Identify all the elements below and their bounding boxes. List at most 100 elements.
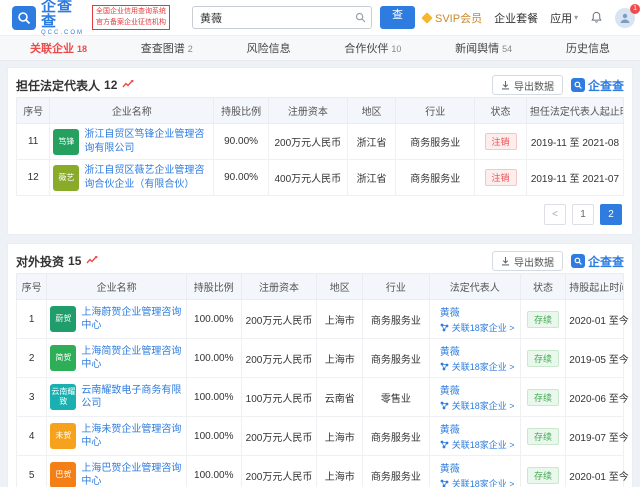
pagination-page-2[interactable]: 2	[600, 204, 622, 225]
pagination-page-1[interactable]: 1	[572, 204, 594, 225]
association-graph-icon	[440, 323, 449, 332]
user-avatar[interactable]: 1	[615, 8, 635, 28]
search-input[interactable]	[193, 12, 349, 24]
table-row: 5巴贺上海巴贺企业管理咨询中心100.00%200万元人民币上海市商务服务业黄薇…	[17, 456, 624, 487]
trend-icon	[122, 79, 134, 92]
share-ratio: 100.00%	[186, 378, 241, 417]
association-link[interactable]: 关联18家企业 >	[452, 477, 515, 487]
search-button[interactable]: 查一下	[380, 6, 415, 29]
company-link[interactable]: 浙江自贸区薇艺企业管理咨询合伙企业（有限合伙）	[84, 164, 210, 191]
company-cell: 巴贺上海巴贺企业管理咨询中心	[47, 456, 187, 487]
association-link[interactable]: 关联18家企业 >	[452, 438, 515, 451]
status-cell: 存续	[520, 378, 566, 417]
export-data-button[interactable]: 导出数据	[492, 251, 563, 271]
association-link[interactable]: 关联18家企业 >	[452, 399, 515, 412]
top-header: 企查查 QCC.COM 全国企业信用查询系统 官方备案企业征信机构 查一下 SV…	[0, 0, 640, 36]
column-header: 状态	[520, 274, 566, 300]
qcc-logo[interactable]: 企查查 QCC.COM	[12, 0, 84, 36]
status-cell: 存续	[520, 417, 566, 456]
column-header: 地区	[347, 98, 396, 124]
qcc-brand-label: 企查查	[588, 77, 624, 94]
tab-6[interactable]: 历史信息	[566, 40, 610, 56]
tab-count: 2	[188, 44, 193, 54]
row-index: 2	[17, 339, 47, 378]
registered-capital: 200万元人民币	[268, 124, 347, 160]
qcc-brand-mark: 企查查	[571, 253, 624, 270]
search-box	[192, 6, 372, 29]
legal-rep-cell: 黄薇关联18家企业 >	[429, 339, 520, 378]
company-logo: 巴贺	[50, 462, 76, 487]
table-header-row: 序号企业名称持股比例注册资本地区行业法定代表人状态持股起止时间	[17, 274, 624, 300]
diamond-icon	[421, 12, 432, 23]
company-cell: 蔚贺上海蔚贺企业管理咨询中心	[47, 300, 187, 339]
company-link[interactable]: 上海简贺企业管理咨询中心	[81, 345, 183, 372]
tab-label: 合作伙伴	[344, 40, 388, 56]
association-graph-icon	[440, 362, 449, 371]
column-header: 企业名称	[47, 274, 187, 300]
company-cell: 云南耀致云南耀致电子商务有限公司	[47, 378, 187, 417]
legal-rep-link[interactable]: 黄薇	[440, 308, 460, 319]
status-badge: 存续	[527, 389, 559, 406]
enterprise-package-link[interactable]: 企业套餐	[494, 10, 538, 26]
notification-bell-icon[interactable]	[590, 11, 603, 24]
qcc-brand-icon	[571, 254, 585, 268]
tab-4[interactable]: 合作伙伴10	[344, 40, 401, 56]
company-logo: 薇艺	[53, 165, 79, 191]
pagination: <12	[16, 196, 624, 228]
date-range: 2020-01 至今	[566, 456, 624, 487]
tab-3[interactable]: 风险信息	[247, 40, 291, 56]
table-row: 11笃锋浙江自贸区笃锋企业管理咨询有限公司90.00%200万元人民币浙江省商务…	[17, 124, 624, 160]
company-link[interactable]: 上海未贺企业管理咨询中心	[81, 423, 183, 450]
notification-badge: 1	[630, 4, 640, 14]
legal-rep-link[interactable]: 黄薇	[440, 464, 460, 475]
qcc-brand-label: 企查查	[588, 253, 624, 270]
tab-label: 关联企业	[30, 40, 74, 56]
investment-section-header: 对外投资 15 导出数据 企查查	[16, 249, 624, 273]
certification-line1: 全国企业信用查询系统	[96, 7, 166, 17]
certification-line2: 官方备案企业征信机构	[96, 18, 166, 28]
company-link[interactable]: 上海巴贺企业管理咨询中心	[81, 462, 183, 487]
company-link[interactable]: 上海蔚贺企业管理咨询中心	[81, 306, 183, 333]
share-ratio: 90.00%	[214, 124, 269, 160]
export-label: 导出数据	[514, 254, 554, 269]
row-index: 1	[17, 300, 47, 339]
association-link[interactable]: 关联18家企业 >	[452, 321, 515, 334]
section-title: 担任法定代表人	[16, 77, 100, 94]
company-link[interactable]: 浙江自贸区笃锋企业管理咨询有限公司	[84, 128, 210, 155]
legal-rep-link[interactable]: 黄薇	[440, 386, 460, 397]
tab-label: 风险信息	[247, 40, 291, 56]
region: 云南省	[317, 378, 363, 417]
column-header: 法定代表人	[429, 274, 520, 300]
legal-rep-link[interactable]: 黄薇	[440, 347, 460, 358]
legal-rep-link[interactable]: 黄薇	[440, 425, 460, 436]
tab-5[interactable]: 新闻舆情54	[455, 40, 512, 56]
association-link[interactable]: 关联18家企业 >	[452, 360, 515, 373]
date-range: 2019-05 至今	[566, 339, 624, 378]
export-data-button[interactable]: 导出数据	[492, 75, 563, 95]
region: 上海市	[317, 417, 363, 456]
column-header: 注册资本	[241, 274, 317, 300]
date-range: 2020-06 至今	[566, 378, 624, 417]
tab-count: 18	[77, 44, 87, 54]
apps-menu[interactable]: 应用 ▾	[550, 10, 578, 26]
qcc-brand-icon	[571, 78, 585, 92]
svip-member-link[interactable]: SVIP会员	[423, 10, 482, 26]
share-ratio: 100.00%	[186, 339, 241, 378]
company-link[interactable]: 云南耀致电子商务有限公司	[81, 384, 183, 411]
pagination-prev[interactable]: <	[544, 204, 566, 225]
investment-section: 对外投资 15 导出数据 企查查 序号企业名称持股比例注册资本地区行业法定代表人…	[7, 243, 633, 487]
industry: 商务服务业	[362, 417, 429, 456]
main-content: 担任法定代表人 12 导出数据 企查查 序号企业名称持股比例注册资本地区行业状态…	[0, 61, 640, 487]
tab-1[interactable]: 关联企业18	[30, 40, 87, 56]
share-ratio: 90.00%	[214, 160, 269, 196]
share-ratio: 100.00%	[186, 417, 241, 456]
section-title: 对外投资	[16, 253, 64, 270]
industry: 商务服务业	[362, 300, 429, 339]
row-index: 4	[17, 417, 47, 456]
column-header: 持股起止时间	[566, 274, 624, 300]
search-icon[interactable]	[349, 12, 371, 23]
tab-2[interactable]: 查查图谱2	[141, 40, 193, 56]
company-cell: 笃锋浙江自贸区笃锋企业管理咨询有限公司	[50, 124, 214, 160]
row-index: 5	[17, 456, 47, 487]
registered-capital: 200万元人民币	[241, 300, 317, 339]
